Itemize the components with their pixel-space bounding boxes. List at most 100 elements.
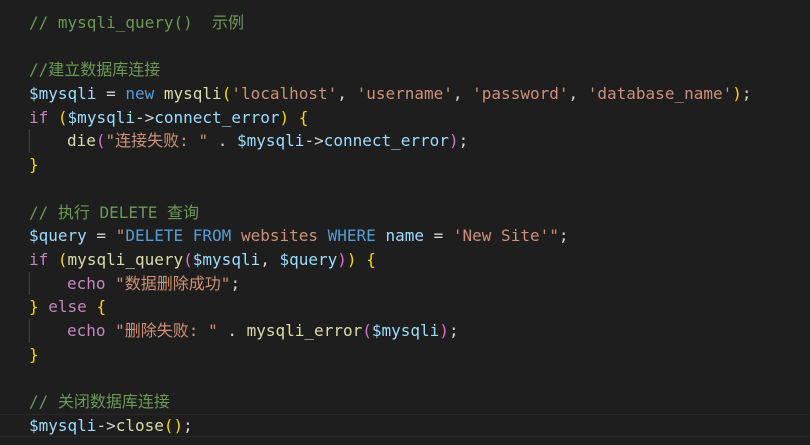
code-line[interactable]: // 关闭数据库连接: [29, 390, 752, 414]
code-token-fn: close: [115, 415, 164, 435]
code-token-fn: die: [67, 131, 96, 151]
code-token-sql: DELETE FROM: [125, 226, 232, 246]
code-line[interactable]: if (mysqli_query($mysqli, $query)) {: [29, 248, 752, 272]
code-line[interactable]: [29, 177, 752, 201]
code-token-str: "连接失败: ": [105, 131, 209, 151]
code-token-op: .: [217, 320, 247, 340]
code-line[interactable]: echo "删除失败: " . mysqli_error($mysqli);: [29, 318, 752, 343]
code-token-punc: ;: [558, 226, 569, 246]
code-token-comment: // 关闭数据库连接: [29, 392, 170, 411]
code-token-b1: (: [57, 107, 68, 127]
code-line[interactable]: $mysqli->close();: [0, 413, 810, 438]
code-token-op: [357, 250, 367, 269]
code-line[interactable]: [29, 366, 752, 390]
code-token-punc: ;: [230, 273, 241, 293]
code-token-op: [289, 108, 299, 127]
code-token-ctl: if: [29, 249, 49, 269]
code-token-op: [106, 274, 116, 293]
code-token-b2: ): [448, 131, 459, 151]
code-token-op: [39, 297, 49, 316]
code-line[interactable]: }: [29, 343, 752, 367]
code-token-b1: ): [279, 107, 290, 127]
code-token-var: $query: [29, 226, 87, 246]
code-token-b1: }: [29, 297, 39, 317]
code-token-op: ->: [96, 415, 116, 435]
indent-guide: [29, 129, 30, 154]
code-token-fn: mysqli: [163, 84, 222, 104]
code-token-str: 'username': [356, 84, 453, 104]
code-token-op: [48, 108, 58, 127]
code-token-b1: {: [298, 107, 309, 127]
code-token-punc: ,: [452, 84, 473, 104]
code-line[interactable]: [29, 35, 752, 59]
code-token-op: ->: [134, 107, 155, 127]
code-token-var: $mysqli: [67, 107, 135, 127]
code-line[interactable]: $query = "DELETE FROM websites WHERE nam…: [29, 224, 752, 248]
code-token-kw: new: [125, 84, 155, 104]
code-token-op: =: [96, 84, 126, 104]
code-token-b2: ): [337, 249, 347, 269]
code-token-b2: (: [362, 320, 372, 340]
code-token-prop: connect_error: [323, 131, 449, 151]
code-token-b1: ): [346, 249, 357, 269]
code-line[interactable]: if ($mysqli->connect_error) {: [29, 106, 752, 130]
code-token-punc: ,: [568, 84, 588, 104]
code-token-var: $mysqli: [29, 415, 97, 435]
code-token-ctl: echo: [67, 320, 106, 340]
code-token-op: =: [86, 226, 116, 246]
code-token-b2: (: [95, 131, 106, 151]
code-token-op: [48, 250, 58, 269]
code-token-str: "删除失败: ": [115, 320, 218, 340]
code-token-fn: mysqli_query: [67, 249, 184, 269]
code-token-b2: ): [439, 320, 449, 340]
code-token-str: 'password': [472, 84, 569, 104]
code-token-punc: ,: [260, 249, 280, 269]
code-token-op: [154, 84, 164, 103]
code-line[interactable]: // 执行 DELETE 查询: [29, 201, 752, 225]
code-line[interactable]: } else {: [29, 295, 752, 319]
code-token-op: [106, 321, 116, 340]
code-line[interactable]: $mysqli = new mysqli('localhost', 'usern…: [29, 82, 752, 106]
indent-guide: [29, 271, 30, 296]
code-token-punc: ;: [458, 131, 469, 151]
code-lines[interactable]: // mysqli_query() 示例 //建立数据库连接 $mysqli = …: [0, 11, 810, 438]
code-token-op: =: [423, 226, 453, 246]
code-token-str: 'New Site': [452, 226, 550, 246]
code-token-b1: (: [221, 84, 232, 104]
code-line[interactable]: echo "数据删除成功";: [29, 271, 752, 296]
code-line[interactable]: //建立数据库连接: [29, 58, 752, 82]
code-token-ident: websites: [231, 226, 328, 246]
code-token-str: ": [549, 226, 559, 246]
code-token-b1: ): [732, 84, 742, 104]
code-token-var: $mysqli: [29, 84, 97, 104]
code-token-var: name: [385, 226, 424, 246]
code-token-str: 'database_name': [587, 84, 733, 104]
code-token-sql: WHERE: [327, 226, 376, 246]
code-line[interactable]: }: [29, 153, 752, 177]
code-token-ctl: else: [48, 297, 87, 317]
code-token-b1: {: [96, 297, 107, 317]
code-token-punc: ;: [183, 415, 193, 435]
code-line[interactable]: die("连接失败: " . $mysqli->connect_error);: [29, 129, 752, 154]
code-editor[interactable]: // mysqli_query() 示例 //建立数据库连接 $mysqli = …: [0, 0, 810, 445]
code-token-var: $mysqli: [192, 249, 261, 269]
code-token-op: [87, 297, 97, 316]
code-token-ident: [376, 226, 386, 245]
code-token-b1: }: [29, 344, 39, 364]
code-token-str: ": [115, 226, 126, 246]
code-token-comment: // 执行 DELETE 查询: [29, 202, 199, 222]
code-token-fn: mysqli_error: [246, 320, 363, 340]
code-token-b1: }: [29, 155, 39, 175]
code-token-var: $query: [279, 249, 338, 269]
code-token-comment: // mysqli_query() 示例: [29, 13, 245, 32]
code-token-var: $mysqli: [371, 320, 440, 340]
code-token-punc: ;: [741, 84, 752, 104]
code-token-ctl: echo: [67, 273, 106, 293]
code-token-op: ->: [304, 131, 324, 151]
code-line[interactable]: // mysqli_query() 示例: [29, 11, 752, 35]
code-token-punc: ;: [448, 320, 459, 340]
code-token-b1: (): [163, 415, 184, 435]
code-token-prop: connect_error: [154, 107, 280, 127]
code-token-b2: (: [183, 249, 193, 269]
code-token-comment: //建立数据库连接: [29, 60, 161, 80]
